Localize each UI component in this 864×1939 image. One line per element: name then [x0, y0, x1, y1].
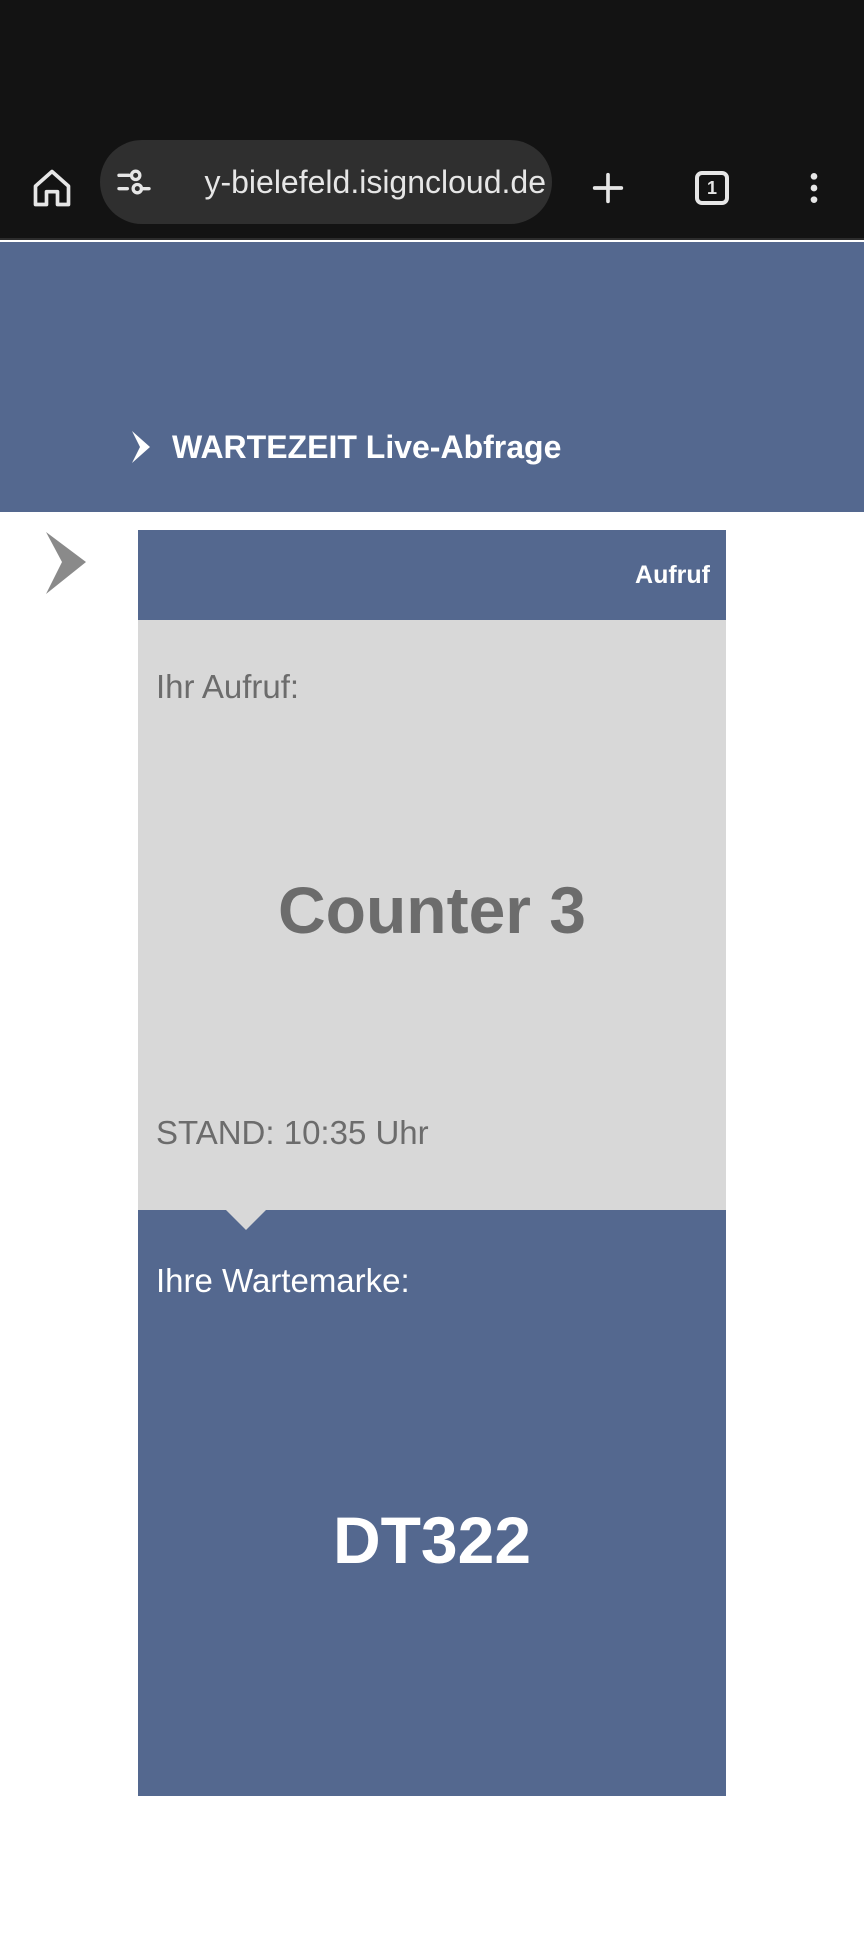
- toolbar-divider: [0, 238, 864, 240]
- status-time: STAND: 10:35 Uhr: [156, 1114, 429, 1151]
- card-tab-bar: Aufruf: [138, 530, 726, 620]
- ticket-panel: Ihre Wartemarke: DT322: [138, 1210, 726, 1796]
- home-button[interactable]: [22, 158, 82, 218]
- tab-switcher-button[interactable]: 1: [682, 158, 742, 218]
- menu-button[interactable]: [784, 158, 844, 218]
- tab-switcher-icon: 1: [695, 171, 729, 205]
- panel-notch: [226, 1210, 266, 1230]
- page-header: WARTEZEIT Live-Abfrage: [0, 242, 864, 512]
- tab-aufruf[interactable]: Aufruf: [635, 530, 710, 620]
- call-label: Ihr Aufruf:: [156, 668, 300, 705]
- address-bar[interactable]: y-bielefeld.isigncloud.de: [100, 140, 552, 224]
- status-bar: [0, 0, 864, 140]
- more-vert-icon: [810, 173, 818, 203]
- chevron-right-icon: [46, 532, 86, 594]
- browser-toolbar: y-bielefeld.isigncloud.de 1: [0, 140, 864, 240]
- tab-count: 1: [706, 177, 717, 198]
- ticket-label: Ihre Wartemarke:: [156, 1262, 410, 1299]
- counter-value: Counter 3: [277, 873, 587, 947]
- url-text[interactable]: y-bielefeld.isigncloud.de: [174, 140, 546, 224]
- ticket-number: DT322: [332, 1503, 532, 1577]
- home-icon: [33, 169, 71, 207]
- call-panel: Ihr Aufruf: Counter 3 STAND: 10:35 Uhr: [138, 620, 726, 1210]
- call-card: Aufruf Ihr Aufruf: Counter 3 STAND: 10:3…: [138, 530, 726, 1796]
- header-link-title[interactable]: WARTEZEIT Live-Abfrage: [172, 429, 561, 466]
- plus-icon: [592, 172, 624, 204]
- new-tab-button[interactable]: [578, 158, 638, 218]
- tune-icon[interactable]: [114, 162, 154, 202]
- chevron-right-icon: [132, 431, 150, 463]
- wartezeit-link[interactable]: WARTEZEIT Live-Abfrage: [128, 422, 561, 472]
